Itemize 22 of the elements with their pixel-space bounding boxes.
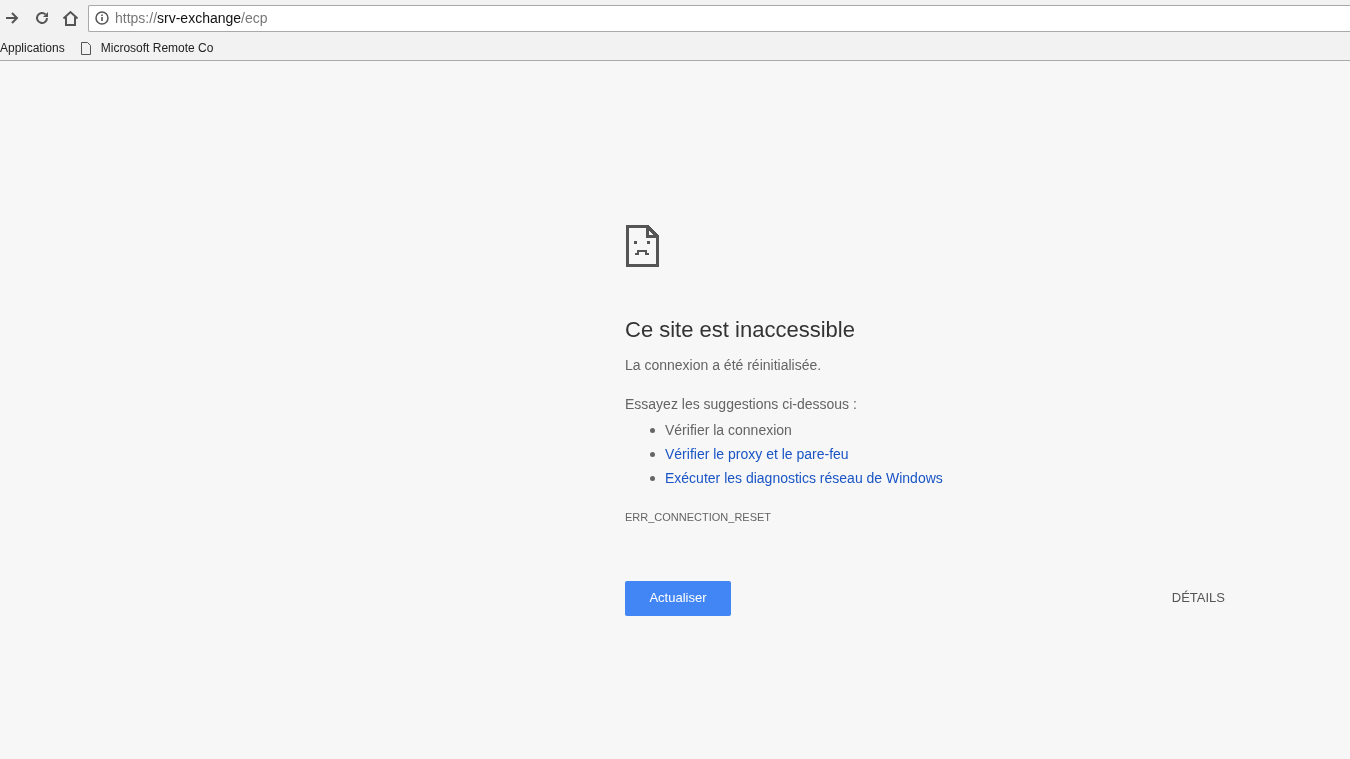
address-bar[interactable]: https://srv-exchange/ecp — [88, 4, 1350, 32]
details-button[interactable]: DÉTAILS — [1171, 588, 1225, 608]
page-icon — [80, 41, 91, 55]
sad-page-icon — [625, 224, 659, 267]
error-message: La connexion a été réinitialisée. — [625, 356, 823, 375]
reload-icon[interactable] — [34, 10, 50, 26]
error-title: Ce site est inaccessible — [625, 316, 856, 344]
bullet-icon — [650, 451, 655, 457]
bullet-icon — [650, 427, 655, 433]
error-code: ERR_CONNECTION_RESET — [625, 510, 773, 525]
bookmark-item[interactable]: Applications — [0, 39, 65, 57]
info-icon[interactable] — [95, 11, 109, 25]
suggestions-heading: Essayez les suggestions ci-dessous : — [625, 395, 858, 414]
forward-icon[interactable] — [4, 10, 20, 26]
suggestion-text: Vérifier la connexion — [665, 420, 792, 440]
bullet-icon — [650, 475, 655, 481]
url-text: https://srv-exchange/ecp — [115, 8, 268, 28]
reload-button[interactable]: Actualiser — [625, 580, 731, 616]
bookmark-item[interactable]: Microsoft Remote Co — [80, 39, 214, 57]
home-icon[interactable] — [62, 10, 79, 26]
suggestion-link[interactable]: Exécuter les diagnostics réseau de Windows — [665, 467, 943, 489]
suggestion-link[interactable]: Vérifier le proxy et le pare-feu — [665, 443, 849, 465]
